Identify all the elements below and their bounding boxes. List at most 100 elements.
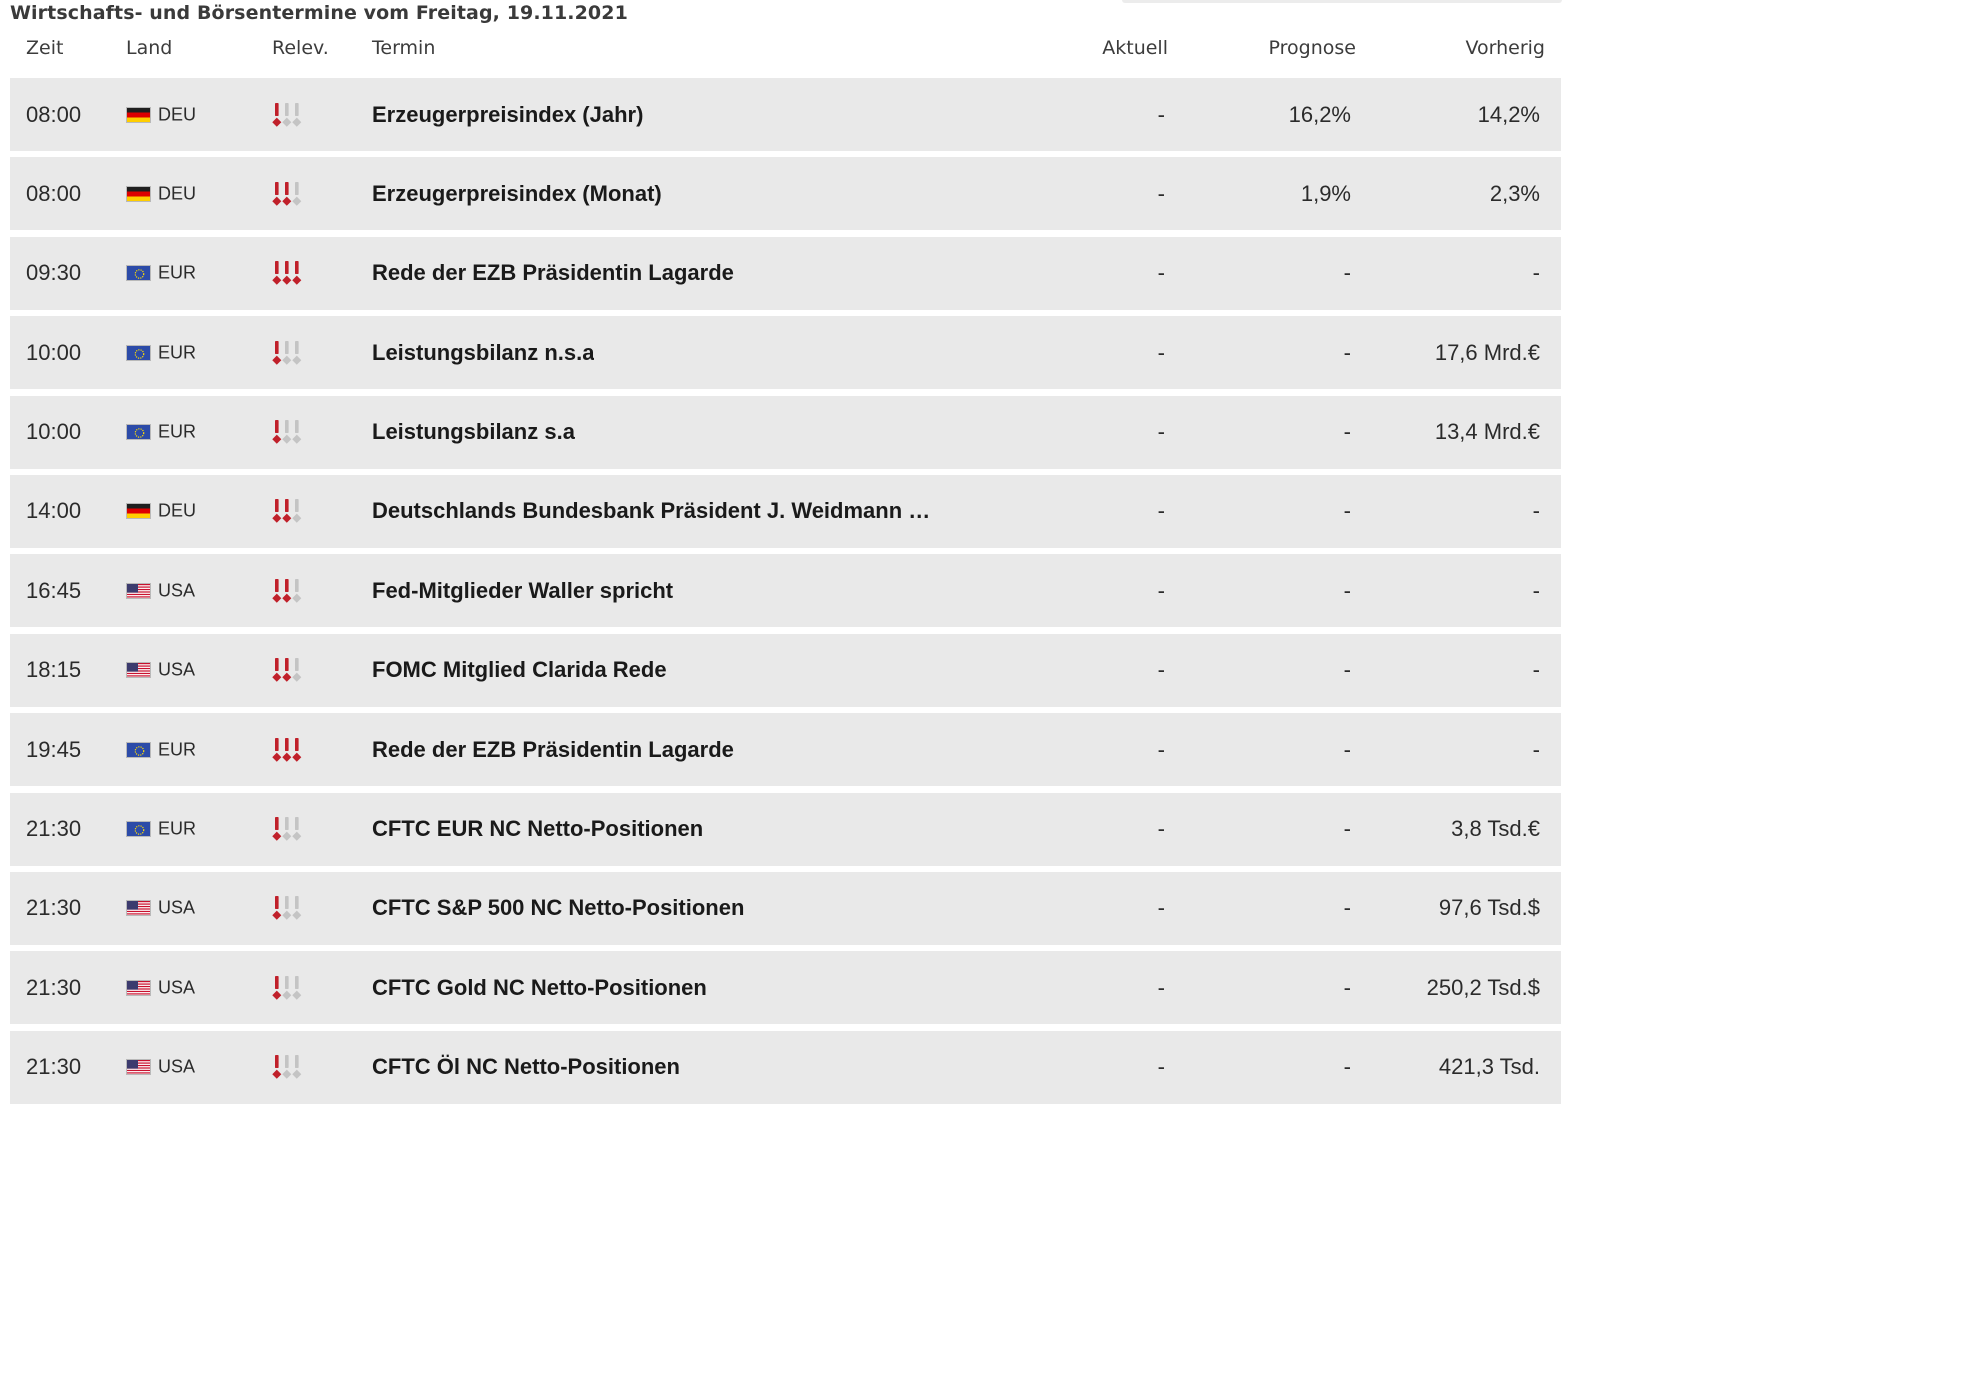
relevance-indicator-icon <box>272 895 306 921</box>
germany-flag-icon <box>126 185 151 202</box>
value-aktuell: - <box>1157 101 1165 127</box>
germany-flag-icon <box>126 503 151 520</box>
value-aktuell: - <box>1157 260 1165 286</box>
value-aktuell: - <box>1157 974 1165 1000</box>
value-vorherig: 17,6 Mrd.€ <box>1434 339 1540 365</box>
event-title[interactable]: Fed-Mitglieder Waller spricht <box>372 578 673 604</box>
column-header-prognose[interactable]: Prognose <box>1269 37 1356 59</box>
column-header-land[interactable]: Land <box>126 37 172 59</box>
value-vorherig: - <box>1532 498 1540 524</box>
column-header-vorherig[interactable]: Vorherig <box>1465 37 1545 59</box>
event-time: 18:15 <box>26 657 82 683</box>
value-vorherig: 13,4 Mrd.€ <box>1434 419 1540 445</box>
event-title[interactable]: Erzeugerpreisindex (Jahr) <box>372 102 643 128</box>
value-prognose: - <box>1343 260 1351 286</box>
table-row[interactable]: 09:30 EUR Rede der EZB Präsidentin Lagar… <box>10 236 1561 310</box>
event-title[interactable]: Erzeugerpreisindex (Monat) <box>372 181 662 207</box>
table-row[interactable]: 21:30 USA CFTC Öl NC Netto-Positionen - … <box>10 1030 1561 1104</box>
event-title[interactable]: Leistungsbilanz s.a <box>372 419 575 445</box>
value-prognose: 1,9% <box>1300 180 1351 206</box>
eu-flag-icon <box>126 821 151 838</box>
country-code: EUR <box>158 421 197 442</box>
germany-flag-icon <box>126 106 151 123</box>
table-row[interactable]: 21:30 USA CFTC S&P 500 NC Netto-Position… <box>10 871 1561 945</box>
event-title[interactable]: CFTC Öl NC Netto-Positionen <box>372 1054 680 1080</box>
value-aktuell: - <box>1157 419 1165 445</box>
table-header: Zeit Land Relev. Termin Aktuell Prognose… <box>10 35 1561 65</box>
eu-flag-icon <box>126 424 151 441</box>
value-aktuell: - <box>1157 895 1165 921</box>
value-aktuell: - <box>1157 577 1165 603</box>
event-time: 19:45 <box>26 736 82 762</box>
eu-flag-icon <box>126 741 151 758</box>
column-header-relevance[interactable]: Relev. <box>272 37 329 59</box>
relevance-indicator-icon <box>272 657 306 683</box>
country-code: USA <box>158 977 196 998</box>
relevance-indicator-icon <box>272 816 306 842</box>
table-row[interactable]: 08:00 DEU Erzeugerpreisindex (Jahr) - 16… <box>10 78 1561 151</box>
eu-flag-icon <box>126 265 151 282</box>
event-time: 21:30 <box>26 974 82 1000</box>
relevance-indicator-icon <box>272 419 306 445</box>
value-aktuell: - <box>1157 1054 1165 1080</box>
table-row[interactable]: 19:45 EUR Rede der EZB Präsidentin Lagar… <box>10 713 1561 787</box>
country-code: EUR <box>158 262 197 283</box>
value-vorherig: 3,8 Tsd.€ <box>1451 816 1540 842</box>
value-vorherig: 14,2% <box>1477 101 1540 127</box>
value-vorherig: - <box>1532 577 1540 603</box>
country-code: USA <box>158 1056 196 1077</box>
table-row[interactable]: 10:00 EUR Leistungsbilanz n.s.a - - 17,6… <box>10 316 1561 390</box>
event-title[interactable]: CFTC S&P 500 NC Netto-Positionen <box>372 895 744 921</box>
value-prognose: - <box>1343 736 1351 762</box>
value-aktuell: - <box>1157 180 1165 206</box>
column-header-zeit[interactable]: Zeit <box>26 37 63 59</box>
country-code: DEU <box>158 104 197 124</box>
column-header-termin[interactable]: Termin <box>372 37 435 59</box>
event-title[interactable]: Deutschlands Bundesbank Präsident J. Wei… <box>372 498 937 524</box>
value-prognose: - <box>1343 895 1351 921</box>
value-prognose: - <box>1343 498 1351 524</box>
country-code: DEU <box>158 500 197 521</box>
table-row[interactable]: 18:15 USA FOMC Mitglied Clarida Rede - -… <box>10 633 1561 707</box>
value-vorherig: - <box>1532 736 1540 762</box>
relevance-indicator-icon <box>272 498 306 524</box>
country-code: EUR <box>158 818 197 839</box>
event-title[interactable]: Rede der EZB Präsidentin Lagarde <box>372 737 734 763</box>
value-prognose: 16,2% <box>1288 101 1351 127</box>
value-vorherig: 97,6 Tsd.$ <box>1438 895 1540 921</box>
usa-flag-icon <box>126 979 151 996</box>
event-time: 21:30 <box>26 816 82 842</box>
value-aktuell: - <box>1157 736 1165 762</box>
event-title[interactable]: CFTC Gold NC Netto-Positionen <box>372 975 707 1001</box>
event-time: 21:30 <box>26 1054 82 1080</box>
event-title[interactable]: Leistungsbilanz n.s.a <box>372 340 594 366</box>
event-title[interactable]: Rede der EZB Präsidentin Lagarde <box>372 260 734 286</box>
event-time: 10:00 <box>26 419 82 445</box>
value-aktuell: - <box>1157 657 1165 683</box>
event-title[interactable]: CFTC EUR NC Netto-Positionen <box>372 816 703 842</box>
page-title: Wirtschafts- und Börsentermine vom Freit… <box>10 2 628 24</box>
table-row[interactable]: 10:00 EUR Leistungsbilanz s.a - - 13,4 M… <box>10 395 1561 469</box>
value-prognose: - <box>1343 339 1351 365</box>
table-row[interactable]: 08:00 DEU Erzeugerpreisindex (Monat) - 1… <box>10 157 1561 231</box>
table-row[interactable]: 16:45 USA Fed-Mitglieder Waller spricht … <box>10 554 1561 628</box>
value-vorherig: - <box>1532 260 1540 286</box>
relevance-indicator-icon <box>272 181 306 207</box>
column-header-aktuell[interactable]: Aktuell <box>1102 37 1168 59</box>
relevance-indicator-icon <box>272 260 306 286</box>
relevance-indicator-icon <box>272 340 306 366</box>
event-time: 14:00 <box>26 498 82 524</box>
usa-flag-icon <box>126 662 151 679</box>
value-prognose: - <box>1343 577 1351 603</box>
table-row[interactable]: 21:30 EUR CFTC EUR NC Netto-Positionen -… <box>10 792 1561 866</box>
value-aktuell: - <box>1157 498 1165 524</box>
event-title[interactable]: FOMC Mitglied Clarida Rede <box>372 657 667 683</box>
value-vorherig: 250,2 Tsd.$ <box>1426 974 1540 1000</box>
top-panel-edge <box>1122 0 1562 3</box>
country-code: USA <box>158 580 196 601</box>
table-row[interactable]: 21:30 USA CFTC Gold NC Netto-Positionen … <box>10 951 1561 1025</box>
value-prognose: - <box>1343 1054 1351 1080</box>
table-row[interactable]: 14:00 DEU Deutschlands Bundesbank Präsid… <box>10 474 1561 548</box>
event-time: 08:00 <box>26 180 82 206</box>
usa-flag-icon <box>126 900 151 917</box>
